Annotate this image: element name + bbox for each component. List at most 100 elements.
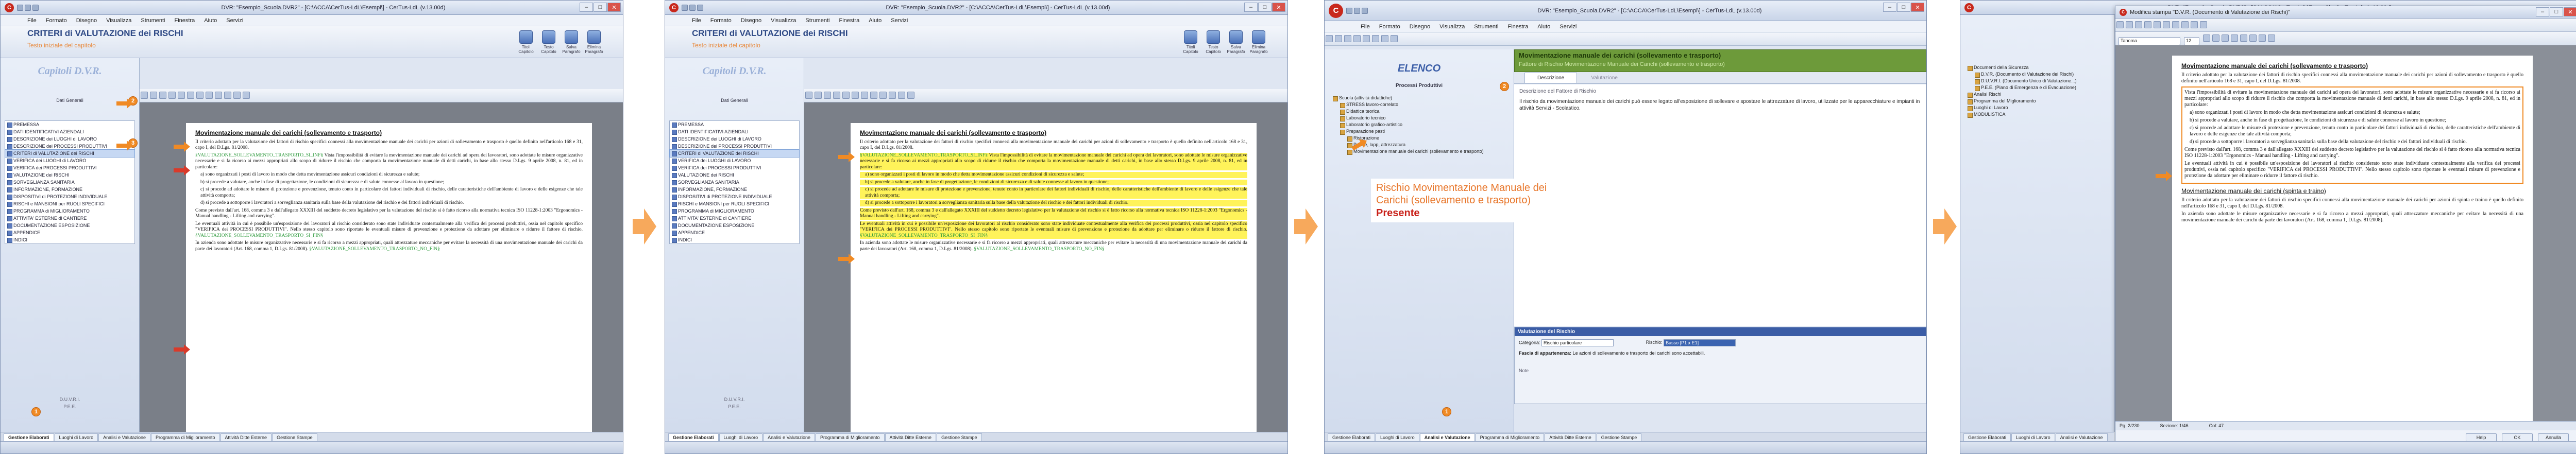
help-button[interactable]: Help [2466,433,2497,442]
ribbon-button-salva[interactable]: Salva Paragrafo [1226,30,1246,54]
tree-item[interactable]: Didattica teorica [1340,108,1484,115]
print-icon[interactable] [1381,35,1388,42]
redo-icon[interactable] [32,4,39,11]
tab-luoghi-di-lavoro[interactable]: Luoghi di Lavoro [54,433,98,441]
underline-icon[interactable] [824,92,831,99]
tab-valutazione[interactable]: Valutazione [1579,73,1630,83]
sidebar-item[interactable]: DISPOSITIVI di PROTEZIONE INDIVIDUALE [5,193,134,200]
app-logo-icon[interactable]: C [669,3,679,12]
menu-formato[interactable]: Formato [1379,24,1400,30]
bullets-icon[interactable] [2259,34,2266,42]
category-select[interactable]: Rischio particolare [1541,339,1614,346]
undo-icon[interactable] [2181,21,2189,28]
sidebar-item[interactable]: SORVEGLIANZA SANITARIA [670,179,799,186]
sidebar-item[interactable]: PROGRAMMA di MIGLIORAMENTO [670,207,799,215]
align-center-icon[interactable] [842,92,850,99]
tree-item[interactable]: Documenti della Sicurezza [1968,64,2077,71]
maximize-icon[interactable]: □ [594,3,607,12]
maximize-icon[interactable]: □ [2550,7,2563,16]
align-left-icon[interactable] [833,92,840,99]
tree-item[interactable]: P.E.E. (Piano di Emergenza e di Evacuazi… [1975,84,2077,91]
menu-visualizza[interactable]: Visualizza [771,18,796,24]
sidebar-item[interactable]: VALUTAZIONE dei RISCHI [670,171,799,179]
tab-gestione-elaborati[interactable]: Gestione Elaborati [668,433,719,441]
zoom-icon[interactable] [907,92,914,99]
menu-formato[interactable]: Formato [46,18,67,24]
tree-item[interactable]: STRESS lavoro-correlato [1340,101,1484,108]
tab-luoghi-di-lavoro[interactable]: Luoghi di Lavoro [2011,433,2055,441]
ribbon-button-testo[interactable]: Testo Capitolo [1203,30,1224,54]
variable-icon[interactable] [898,92,905,99]
sidebar-item[interactable]: VERIFICA dei PROCESSI PRODUTTIVI [5,164,134,171]
tab-analisi-valutazione[interactable]: Analisi e Valutazione [763,433,815,441]
tab-luoghi-di-lavoro[interactable]: Luoghi di Lavoro [1376,433,1419,441]
italic-icon[interactable] [2212,34,2220,42]
tab-analisi-valutazione[interactable]: Analisi e Valutazione [1419,433,1475,441]
sidebar-item[interactable]: PREMESSA [670,121,799,128]
justify-icon[interactable] [861,92,868,99]
tab-descrizione[interactable]: Descrizione [1524,73,1578,83]
bold-icon[interactable] [805,92,812,99]
italic-icon[interactable] [815,92,822,99]
save-icon[interactable] [1344,35,1351,42]
menu-visualizza[interactable]: Visualizza [106,18,131,24]
save-icon[interactable] [682,4,688,11]
image-icon[interactable] [889,92,896,99]
print-icon[interactable] [2144,21,2151,28]
close-icon[interactable]: ✕ [1272,3,1285,12]
ribbon-button-titoli[interactable]: Titoli Capitolo [1180,30,1201,54]
tab-gestione-elaborati[interactable]: Gestione Elaborati [1963,433,2011,441]
maximize-icon[interactable]: □ [1258,3,1272,12]
minimize-icon[interactable]: – [2536,7,2549,16]
ok-button[interactable]: OK [2502,433,2533,442]
tree-item[interactable]: Analisi Rischi [1968,91,2077,98]
sidebar-item[interactable]: DOCUMENTAZIONE ESPOSIZIONE [670,222,799,229]
cut-icon[interactable] [2154,21,2161,28]
tree-item[interactable]: D.V.R. (Documento di Valutazione dei Ris… [1975,71,2077,78]
sidebar-item[interactable]: INDICI [5,236,134,243]
menu-servizi[interactable]: Servizi [226,18,243,24]
description-text[interactable]: Il rischio da movimentazione manuale dei… [1519,98,1921,112]
app-logo-icon[interactable]: C [1964,3,1974,12]
align-right-icon[interactable] [852,92,859,99]
sidebar-item[interactable]: INFORMAZIONE, FORMAZIONE [670,186,799,193]
paste-icon[interactable] [1372,35,1379,42]
sidebar-item[interactable]: INDICI [670,236,799,243]
tab-gestione-elaborati[interactable]: Gestione Elaborati [1328,433,1376,441]
save-icon[interactable] [2135,21,2142,28]
menu-file[interactable]: File [27,18,37,24]
sidebar-item[interactable]: CRITERI di VALUTAZIONE dei RISCHI [5,149,135,158]
tree-item[interactable]: Preparazione pasti [1340,128,1484,135]
justify-icon[interactable] [2249,34,2257,42]
sidebar-item[interactable]: VERIFICA dei LUOGHI di LAVORO [5,157,134,164]
menu-disegno[interactable]: Disegno [1410,24,1430,30]
inserted-text-box[interactable]: Vista l'impossibilità di evitare la movi… [2181,86,2523,184]
tab-programma-miglioramento[interactable]: Programma di Miglioramento [815,433,885,441]
align-center-icon[interactable] [178,92,185,99]
bullets-icon[interactable] [870,92,877,99]
minimize-icon[interactable]: – [1883,3,1896,12]
font-size-select[interactable]: 12 [2184,37,2200,46]
tree-item[interactable]: Ristorazione [1347,135,1484,142]
menu-servizi[interactable]: Servizi [891,18,908,24]
tree-item[interactable]: Scuola (attività didattiche) [1333,95,1484,101]
tab-attivita-ditte-esterne[interactable]: Attività Ditte Esterne [1545,433,1596,441]
sidebar-item[interactable]: APPENDICE [670,229,799,236]
document-page[interactable]: Movimentazione manuale dei carichi (soll… [186,123,592,432]
font-name-select[interactable]: Tahoma [2119,37,2180,46]
menu-visualizza[interactable]: Visualizza [1439,24,1465,30]
sidebar-item[interactable]: ATTIVITA' ESTERNE di CANTIERE [670,215,799,222]
menu-disegno[interactable]: Disegno [741,18,761,24]
save-icon[interactable] [1346,7,1352,14]
tab-analisi-valutazione[interactable]: Analisi e Valutazione [2055,433,2108,441]
menu-file[interactable]: File [1361,24,1370,30]
ribbon-button-elimina[interactable]: Elimina Paragrafo [584,30,604,54]
sidebar-item[interactable]: DESCRIZIONE dei LUOGHI di LAVORO [5,135,134,143]
sidebar-item[interactable]: DATI IDENTIFICATIVI AZIENDALI [5,128,134,135]
tab-attivita-ditte-esterne[interactable]: Attività Ditte Esterne [220,433,272,441]
tab-gestione-stampe[interactable]: Gestione Stampe [937,433,982,441]
sidebar-item[interactable]: CRITERI di VALUTAZIONE dei RISCHI [669,149,800,158]
sidebar-item[interactable]: APPENDICE [5,229,134,236]
menu-disegno[interactable]: Disegno [76,18,97,24]
image-icon[interactable] [224,92,231,99]
